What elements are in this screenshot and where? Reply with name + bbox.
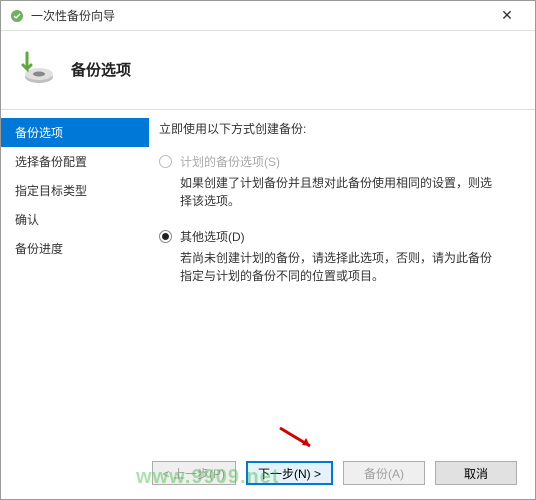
sidebar: 备份选项 选择备份配置 指定目标类型 确认 备份进度 (1, 110, 149, 460)
content-panel: 立即使用以下方式创建备份: 计划的备份选项(S) 如果创建了计划备份并且想对此备… (149, 110, 535, 460)
radio-scheduled (159, 155, 172, 168)
sidebar-item-backup-options[interactable]: 备份选项 (1, 118, 149, 147)
radio-other[interactable] (159, 230, 172, 243)
app-icon (9, 8, 25, 24)
option-other[interactable]: 其他选项(D) (159, 228, 517, 245)
window-title: 一次性备份向导 (31, 7, 487, 24)
option-scheduled-desc: 如果创建了计划备份并且想对此备份使用相同的设置，则选择该选项。 (180, 174, 500, 210)
titlebar: 一次性备份向导 ✕ (1, 1, 535, 31)
sidebar-item-confirm[interactable]: 确认 (1, 205, 149, 234)
sidebar-item-select-config[interactable]: 选择备份配置 (1, 147, 149, 176)
lead-text: 立即使用以下方式创建备份: (159, 120, 517, 137)
back-button: < 上一步(P) (152, 461, 236, 485)
backup-button: 备份(A) (343, 461, 425, 485)
sidebar-item-progress[interactable]: 备份进度 (1, 234, 149, 263)
option-other-desc: 若尚未创建计划的备份，请选择此选项，否则，请为此备份指定与计划的备份不同的位置或… (180, 249, 500, 285)
option-scheduled: 计划的备份选项(S) (159, 153, 517, 170)
next-button[interactable]: 下一步(N) > (246, 461, 333, 485)
page-title: 备份选项 (71, 59, 131, 80)
header-icon (17, 49, 57, 89)
radio-scheduled-label: 计划的备份选项(S) (180, 153, 280, 170)
header: 备份选项 (1, 31, 535, 110)
close-button[interactable]: ✕ (487, 2, 527, 30)
radio-other-label: 其他选项(D) (180, 228, 245, 245)
cancel-button[interactable]: 取消 (435, 461, 517, 485)
footer: < 上一步(P) 下一步(N) > 备份(A) 取消 (152, 461, 517, 485)
sidebar-item-target-type[interactable]: 指定目标类型 (1, 176, 149, 205)
